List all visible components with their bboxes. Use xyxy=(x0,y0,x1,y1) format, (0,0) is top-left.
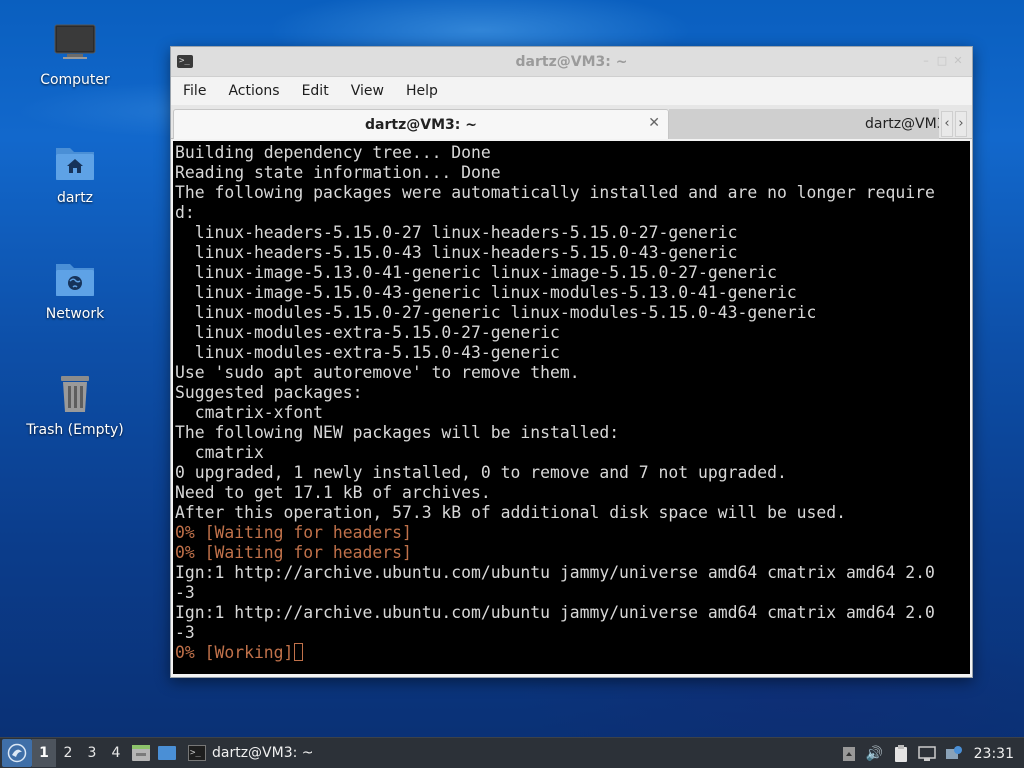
desktop-icon-label: dartz xyxy=(56,190,94,206)
terminal-line: 0% [Working] xyxy=(175,643,970,663)
tab-close-icon[interactable]: ✕ xyxy=(648,115,660,131)
clock[interactable]: 23:31 xyxy=(966,746,1024,762)
workspace-4[interactable]: 4 xyxy=(104,739,128,767)
terminal-line: cmatrix-xfont xyxy=(175,403,324,422)
terminal-line: cmatrix xyxy=(175,443,264,462)
desktop-icon-home[interactable]: dartz xyxy=(20,140,130,206)
desktop-icon-trash[interactable]: Trash (Empty) xyxy=(20,372,130,438)
volume-icon[interactable]: 🔊 xyxy=(862,740,888,768)
show-desktop-button[interactable] xyxy=(154,739,180,767)
task-label: dartz@VM3: ~ xyxy=(212,745,314,761)
terminal-cursor xyxy=(294,643,304,661)
tab-bar: dartz@VM3: ~ ✕ dartz@VM3: ~ ‹ › xyxy=(171,105,972,139)
file-manager-launcher[interactable] xyxy=(128,739,154,767)
terminal-output[interactable]: Building dependency tree... Done Reading … xyxy=(173,141,970,674)
menu-edit[interactable]: Edit xyxy=(294,83,337,99)
tab-scroll-right-icon[interactable]: › xyxy=(955,111,967,137)
maximize-icon[interactable]: □ xyxy=(936,55,948,67)
trash-icon xyxy=(53,372,97,416)
terminal-line: 0% [Waiting for headers] xyxy=(175,543,412,562)
terminal-line: Building dependency tree... Done xyxy=(175,143,491,162)
start-menu-button[interactable] xyxy=(2,739,32,767)
terminal-line: After this operation, 57.3 kB of additio… xyxy=(175,503,847,522)
taskbar: 1 2 3 4 >_ dartz@VM3: ~ 🔊 23:31 xyxy=(0,737,1024,768)
tab-scroll-left-icon[interactable]: ‹ xyxy=(941,111,953,137)
desktop-icon-network[interactable]: Network xyxy=(20,256,130,322)
terminal-line: linux-image-5.15.0-43-generic linux-modu… xyxy=(175,283,797,302)
menu-view[interactable]: View xyxy=(343,83,392,99)
terminal-line: -3 xyxy=(175,583,195,602)
taskbar-task-terminal[interactable]: >_ dartz@VM3: ~ xyxy=(180,739,322,767)
tab-label: dartz@VM3: ~ xyxy=(365,117,477,133)
tab-active[interactable]: dartz@VM3: ~ ✕ xyxy=(173,109,669,139)
terminal-line: linux-headers-5.15.0-43 linux-headers-5.… xyxy=(175,243,738,262)
terminal-line: Ign:1 http://archive.ubuntu.com/ubuntu j… xyxy=(175,563,935,582)
terminal-line: Ign:1 http://archive.ubuntu.com/ubuntu j… xyxy=(175,603,935,622)
desktop-icon-label: Trash (Empty) xyxy=(26,422,124,438)
network-status-icon[interactable] xyxy=(940,740,966,768)
workspace-2[interactable]: 2 xyxy=(56,739,80,767)
monitor-icon xyxy=(53,22,97,66)
terminal-line: Use 'sudo apt autoremove' to remove them… xyxy=(175,363,580,382)
window-titlebar[interactable]: >_ dartz@VM3: ~ – □ ✕ xyxy=(171,47,972,77)
terminal-line: The following packages were automaticall… xyxy=(175,183,935,202)
file-manager-icon xyxy=(132,745,150,761)
terminal-line: linux-headers-5.15.0-27 linux-headers-5.… xyxy=(175,223,738,242)
system-tray: 🔊 23:31 xyxy=(836,738,1024,768)
terminal-line: Suggested packages: xyxy=(175,383,363,402)
display-icon[interactable] xyxy=(914,740,940,768)
desktop-icon xyxy=(158,746,176,760)
desktop-icon-computer[interactable]: Computer xyxy=(20,22,130,88)
menu-file[interactable]: File xyxy=(175,83,214,99)
lubuntu-logo-icon xyxy=(7,743,27,763)
menu-help[interactable]: Help xyxy=(398,83,446,99)
tray-updates-icon[interactable] xyxy=(836,740,862,768)
desktop-icon-label: Network xyxy=(45,306,105,322)
terminal-line: d: xyxy=(175,203,195,222)
menu-actions[interactable]: Actions xyxy=(220,83,287,99)
terminal-line: Need to get 17.1 kB of archives. xyxy=(175,483,491,502)
terminal-line: 0% [Waiting for headers] xyxy=(175,523,412,542)
terminal-line: 0 upgraded, 1 newly installed, 0 to remo… xyxy=(175,463,787,482)
menu-bar: File Actions Edit View Help xyxy=(171,77,972,105)
terminal-line: Reading state information... Done xyxy=(175,163,501,182)
desktop-icon-label: Computer xyxy=(40,72,110,88)
tab-label: dartz@VM3: ~ xyxy=(865,116,939,132)
terminal-line: linux-modules-5.15.0-27-generic linux-mo… xyxy=(175,303,817,322)
clipboard-icon[interactable] xyxy=(888,740,914,768)
terminal-line: linux-modules-extra-5.15.0-43-generic xyxy=(175,343,560,362)
tab-inactive[interactable]: dartz@VM3: ~ xyxy=(669,109,939,139)
window-title: dartz@VM3: ~ xyxy=(515,54,628,70)
workspace-3[interactable]: 3 xyxy=(80,739,104,767)
close-icon[interactable]: ✕ xyxy=(952,55,964,67)
terminal-line: The following NEW packages will be insta… xyxy=(175,423,620,442)
minimize-icon[interactable]: – xyxy=(920,55,932,67)
terminal-window[interactable]: >_ dartz@VM3: ~ – □ ✕ File Actions Edit … xyxy=(170,46,973,678)
workspace-1[interactable]: 1 xyxy=(32,739,56,767)
terminal-line: linux-image-5.13.0-41-generic linux-imag… xyxy=(175,263,777,282)
terminal-line: -3 xyxy=(175,623,195,642)
terminal-icon: >_ xyxy=(188,745,206,761)
home-folder-icon xyxy=(53,140,97,184)
terminal-line: linux-modules-extra-5.15.0-27-generic xyxy=(175,323,560,342)
network-folder-icon xyxy=(53,256,97,300)
